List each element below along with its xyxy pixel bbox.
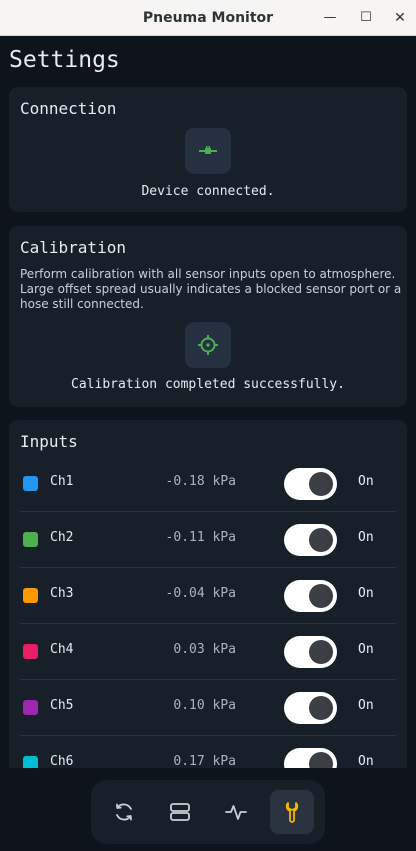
channel-row: Ch6 0.17 kPa On [20,736,396,768]
inputs-card[interactable]: Inputs Ch1 -0.18 kPa On Ch2 -0.11 kPa On… [9,420,407,768]
channel-value: -0.04 kPa [165,586,236,601]
toggle-knob [309,528,333,552]
toggle-knob [309,472,333,496]
channel-state: On [358,698,374,713]
channel-color-swatch [23,644,38,659]
channel-row: Ch3 -0.04 kPa On [20,568,396,624]
minimize-button[interactable]: — [318,6,342,30]
channel-color-swatch [23,756,38,768]
channel-color-swatch [23,532,38,547]
channel-row: Ch2 -0.11 kPa On [20,512,396,568]
plug-connected-icon [199,146,217,154]
channel-state: On [358,530,374,545]
channel-row: Ch5 0.10 kPa On [20,680,396,736]
channel-value: 0.03 kPa [173,642,236,657]
wrench-icon [285,802,299,823]
channel-color-swatch [23,588,38,603]
channel-value: 0.10 kPa [173,698,236,713]
channel-name: Ch6 [50,754,74,768]
channel-state: On [358,754,374,768]
channel-name: Ch1 [50,474,74,489]
toggle-knob [309,752,333,768]
connection-status: Device connected. [141,184,275,199]
inputs-title: Inputs [20,432,78,451]
page-title: Settings [9,47,120,73]
channel-toggle[interactable] [284,524,337,556]
channel-name: Ch3 [50,586,74,601]
channel-toggle[interactable] [284,692,337,724]
channel-name: Ch5 [50,698,74,713]
connection-title: Connection [20,99,117,118]
window-titlebar: Pneuma Monitor — ☐ ✕ [0,0,416,36]
waveform-icon [225,805,247,820]
maximize-button[interactable]: ☐ [354,6,378,30]
channel-name: Ch2 [50,530,74,545]
channel-state: On [358,586,374,601]
calibrate-button[interactable] [185,322,231,368]
channel-value: -0.18 kPa [165,474,236,489]
nav-monitor-button[interactable] [214,790,258,834]
channel-toggle[interactable] [284,468,337,500]
connect-button[interactable] [185,128,231,174]
channel-state: On [358,474,374,489]
channel-color-swatch [23,700,38,715]
calibration-title: Calibration [20,238,126,257]
bottom-nav [91,780,325,844]
nav-refresh-button[interactable] [102,790,146,834]
calibration-status: Calibration completed successfully. [71,377,345,392]
channel-row: Ch4 0.03 kPa On [20,624,396,680]
toggle-knob [309,584,333,608]
calibration-card: Calibration Perform calibration with all… [9,226,407,407]
calibration-description: Perform calibration with all sensor inpu… [20,267,402,311]
layout-rows-icon [170,803,190,821]
channel-value: 0.17 kPa [173,754,236,768]
channel-state: On [358,642,374,657]
channel-row: Ch1 -0.18 kPa On [20,456,396,512]
channel-value: -0.11 kPa [165,530,236,545]
channel-toggle[interactable] [284,636,337,668]
channel-name: Ch4 [50,642,74,657]
toggle-knob [309,696,333,720]
refresh-icon [116,803,132,821]
nav-settings-button[interactable] [270,790,314,834]
channel-toggle[interactable] [284,580,337,612]
connection-card: Connection Device connected. [9,87,407,212]
toggle-knob [309,640,333,664]
crosshair-icon [198,335,218,355]
close-button[interactable]: ✕ [388,6,412,30]
channel-toggle[interactable] [284,748,337,768]
nav-layout-button[interactable] [158,790,202,834]
channel-color-swatch [23,476,38,491]
